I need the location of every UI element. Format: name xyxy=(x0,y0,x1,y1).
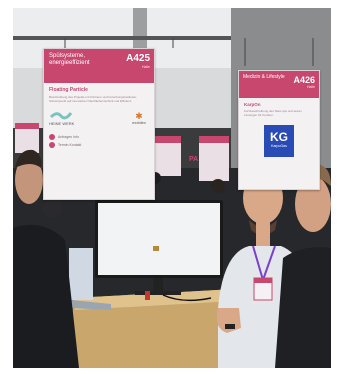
crowd-head xyxy=(211,179,225,193)
bullet-item: Anfragen Info xyxy=(49,134,149,140)
monitor-stand xyxy=(153,278,163,292)
monitor-screen xyxy=(98,203,220,275)
project-description: Beschreibung des Projekts mit Partnern u… xyxy=(49,95,138,103)
booth-sign-left: Spülsysteme, energieeffizient A425 Halle… xyxy=(43,48,155,200)
red-object xyxy=(145,291,150,300)
project-description: Kurzbeschreibung des Start-ups und seine… xyxy=(244,109,302,117)
sign-bullets: Anfragen Info Termin Kontakt xyxy=(44,134,154,148)
project-title: Floating Particle xyxy=(49,87,88,93)
booth-sub: Halle xyxy=(307,85,315,89)
kg-logo: KG KarpoGas xyxy=(264,125,294,157)
partner-logo-left: HEINE WERK xyxy=(49,109,74,126)
booth-code: A426 xyxy=(293,75,315,85)
sign-header: Spülsysteme, energieeffizient A425 Halle xyxy=(44,49,154,83)
distant-sign-3-header xyxy=(15,123,39,129)
sign-header: Medizin & Lifestyle A426 Halle xyxy=(239,71,319,98)
expo-photo: Spülsysteme, energieeffizient A425 Halle… xyxy=(13,8,331,368)
badge-header xyxy=(254,278,272,283)
sign-logos: HEINE WERK ✱ mobilex xyxy=(49,109,149,126)
project-title: KarpOn xyxy=(244,102,261,107)
booth-sign-right: Medizin & Lifestyle A426 Halle KarpOn Ku… xyxy=(238,70,320,190)
distant-sign-code: PA xyxy=(189,156,199,163)
sign-header-text: Spülsysteme, energieeffizient xyxy=(49,53,90,66)
svg-text:✱: ✱ xyxy=(135,112,143,120)
screen-icon xyxy=(153,246,159,251)
partner-logo-right: ✱ mobilex xyxy=(129,110,149,125)
man-neck xyxy=(256,222,270,246)
crowd-head xyxy=(43,198,63,218)
distant-sign-2-header xyxy=(199,136,229,143)
monitor-base xyxy=(135,291,181,295)
booth-code: A425 xyxy=(126,53,150,64)
wristwatch xyxy=(225,324,235,329)
laptop-screen xyxy=(69,248,93,300)
booth-sub: Halle xyxy=(142,65,150,69)
distant-sign-header xyxy=(151,136,181,143)
bullet-item: Termin Kontakt xyxy=(49,142,149,148)
star-icon: ✱ xyxy=(135,112,143,120)
wave-icon xyxy=(49,112,73,120)
sign-header-text: Medizin & Lifestyle xyxy=(243,74,285,80)
right-person-jacket xyxy=(275,247,331,368)
